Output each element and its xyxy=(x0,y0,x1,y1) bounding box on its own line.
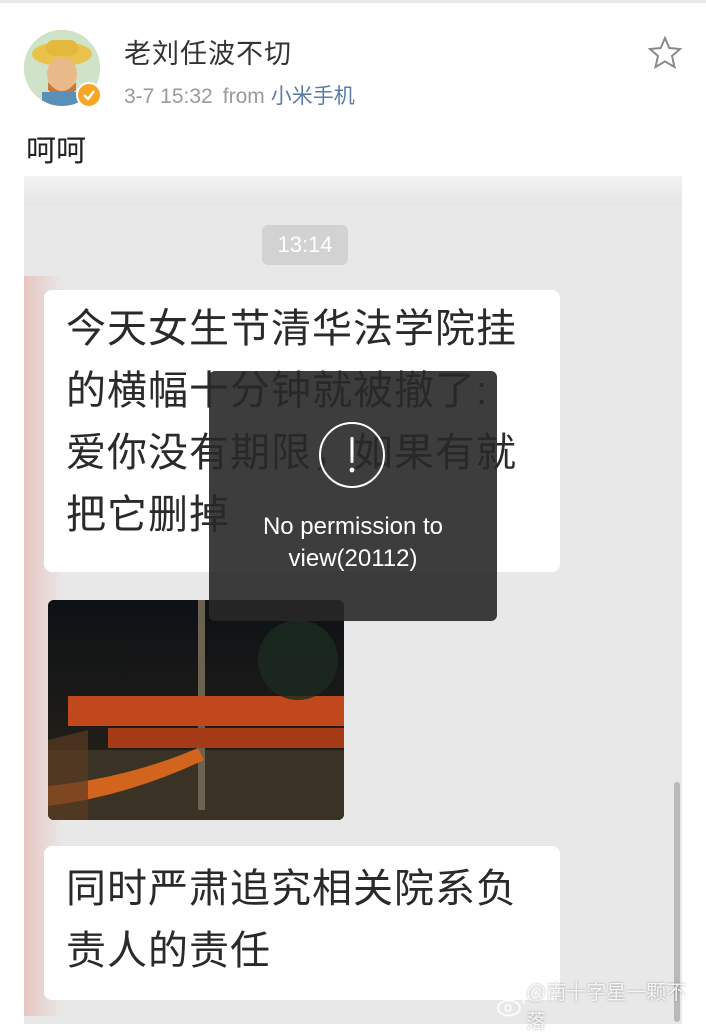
bubble-2-line: 同时严肃追究相关院系负 xyxy=(66,867,517,911)
chat-timestamp: 13:14 xyxy=(262,225,348,265)
weibo-icon xyxy=(497,995,525,1017)
username[interactable]: 老刘任波不切 xyxy=(124,32,292,71)
favorite-star-icon[interactable] xyxy=(646,34,684,72)
top-divider xyxy=(0,0,706,3)
verified-badge-icon xyxy=(76,82,102,108)
post-text: 呵呵 xyxy=(26,135,86,168)
bubble-1-line: 今天女生节清华法学院挂 xyxy=(66,307,517,351)
image-torn-edge xyxy=(24,176,682,206)
watermark-text: @南十字星一颗不落 xyxy=(525,982,687,1033)
post-timestamp: 3-7 15:32 xyxy=(124,85,213,108)
post-meta: 3-7 15:32 from 小米手机 xyxy=(124,80,355,110)
toast-message: No permission to view(20112) xyxy=(262,513,444,572)
watermark: @南十字星一颗不落 xyxy=(496,982,706,1033)
from-label: from xyxy=(222,85,265,108)
device-link[interactable]: 小米手机 xyxy=(271,85,355,108)
permission-toast: No permission to view(20112) xyxy=(209,371,497,621)
chat-bubble-2: 同时严肃追究相关院系负 责人的责任 xyxy=(44,846,560,1000)
bubble-2-line: 责人的责任 xyxy=(66,929,271,973)
exclamation-circle-icon xyxy=(319,422,385,488)
chat-photo xyxy=(48,600,344,820)
banner-photo xyxy=(48,600,344,820)
